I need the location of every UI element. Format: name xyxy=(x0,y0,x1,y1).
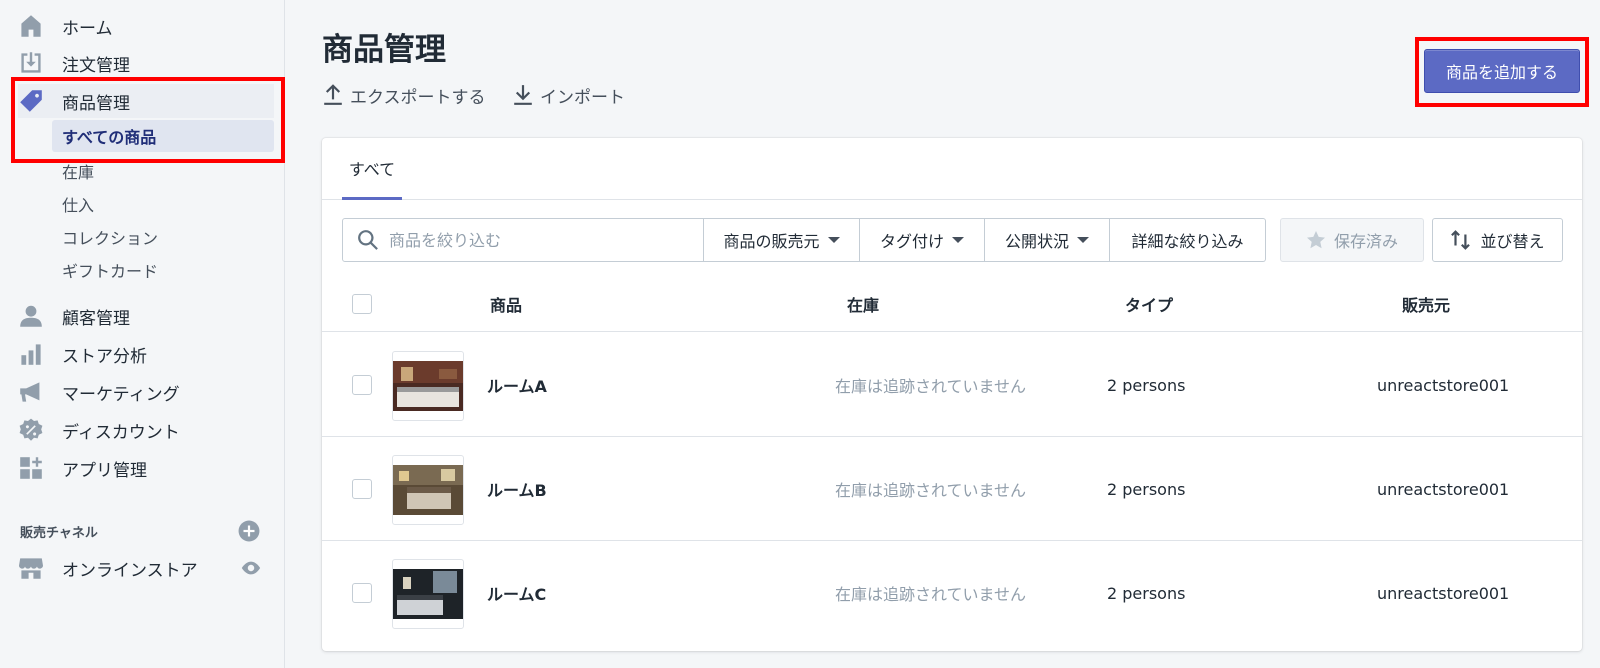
star-icon xyxy=(1306,231,1325,249)
sidebar-item-home[interactable]: ホーム xyxy=(18,9,274,43)
product-thumbnail[interactable] xyxy=(392,351,464,421)
products-card: すべて 商品の販売元 タグ付け 公開状況 詳細な絞り込み 保存済み 並び替え 商… xyxy=(322,138,1582,651)
apps-icon xyxy=(18,455,44,481)
sidebar-item-orders[interactable]: 注文管理 xyxy=(18,46,274,80)
search-field[interactable] xyxy=(342,218,704,262)
row-checkbox[interactable] xyxy=(352,479,372,499)
product-thumbnail[interactable] xyxy=(392,455,464,525)
sidebar-item-label: ディスカウント xyxy=(62,422,180,443)
sales-channels-heading: 販売チャネル xyxy=(20,520,260,542)
sidebar-item-label: ホーム xyxy=(62,18,113,39)
status-filter-button[interactable]: 公開状況 xyxy=(985,218,1110,262)
sidebar-item-label: 注文管理 xyxy=(62,55,130,76)
product-name[interactable]: ルームC xyxy=(487,541,546,645)
sidebar-item-customers[interactable]: 顧客管理 xyxy=(18,299,274,333)
tab-all[interactable]: すべて xyxy=(342,138,402,200)
column-header-inventory[interactable]: 在庫 xyxy=(847,276,879,332)
download-icon xyxy=(514,85,532,105)
sidebar-item-discounts[interactable]: ディスカウント xyxy=(18,413,274,447)
table-row[interactable]: ルームB 在庫は追跡されていません 2 persons unreactstore… xyxy=(322,437,1582,541)
upload-icon xyxy=(324,84,342,105)
search-input[interactable] xyxy=(389,230,689,250)
filter-bar: 商品の販売元 タグ付け 公開状況 詳細な絞り込み xyxy=(342,218,1266,262)
online-store-link[interactable]: オンラインストア xyxy=(18,555,198,581)
sidebar-item-label: マーケティング xyxy=(62,384,180,405)
sidebar-item-label: オンラインストア xyxy=(62,560,198,581)
sort-button[interactable]: 並び替え xyxy=(1432,218,1563,262)
sidebar-subitem-collections[interactable]: コレクション xyxy=(52,221,274,253)
tag-icon xyxy=(18,88,44,114)
sidebar-item-label: ストア分析 xyxy=(62,346,147,367)
add-product-button[interactable]: 商品を追加する xyxy=(1424,49,1580,93)
product-name[interactable]: ルームA xyxy=(487,333,547,437)
sidebar-subitem-transfers[interactable]: 仕入 xyxy=(52,188,274,220)
import-button[interactable]: インポート xyxy=(512,82,625,108)
row-checkbox[interactable] xyxy=(352,583,372,603)
product-vendor: unreactstore001 xyxy=(1377,375,1510,395)
column-header-vendor[interactable]: 販売元 xyxy=(1402,276,1450,332)
store-icon xyxy=(18,555,44,581)
saved-search-button: 保存済み xyxy=(1280,218,1424,262)
customer-icon xyxy=(18,303,44,329)
caret-down-icon xyxy=(827,237,840,243)
export-button[interactable]: エクスポートする xyxy=(322,82,486,108)
caret-down-icon xyxy=(952,237,964,243)
analytics-icon xyxy=(18,341,44,367)
caret-down-icon xyxy=(1077,237,1089,243)
sidebar-item-label: 顧客管理 xyxy=(62,308,130,329)
sidebar-subitem-all-products[interactable]: すべての商品 xyxy=(52,120,274,152)
column-header-product[interactable]: 商品 xyxy=(490,276,522,332)
sidebar-item-label: 商品管理 xyxy=(62,93,130,114)
sidebar-item-analytics[interactable]: ストア分析 xyxy=(18,337,274,371)
megaphone-icon xyxy=(18,379,44,405)
product-thumbnail[interactable] xyxy=(392,559,464,629)
inventory-status: 在庫は追跡されていません xyxy=(835,377,1027,396)
home-icon xyxy=(18,13,44,39)
table-row[interactable]: ルームC 在庫は追跡されていません 2 persons unreactstore… xyxy=(322,541,1582,645)
sidebar-subitem-inventory[interactable]: 在庫 xyxy=(52,155,274,187)
product-vendor: unreactstore001 xyxy=(1377,479,1510,499)
vendor-filter-button[interactable]: 商品の販売元 xyxy=(704,218,860,262)
row-checkbox[interactable] xyxy=(352,375,372,395)
sidebar-subitem-gift-cards[interactable]: ギフトカード xyxy=(52,254,274,286)
eye-icon[interactable] xyxy=(240,557,262,579)
tab-bar: すべて xyxy=(322,138,1582,200)
sidebar: ホーム 注文管理 商品管理 すべての商品 在庫 仕入 コレクション ギフトカード… xyxy=(0,0,285,668)
sidebar-item-products[interactable]: 商品管理 xyxy=(18,84,274,118)
room-photo-image xyxy=(393,465,463,515)
room-photo-image xyxy=(393,569,463,619)
search-icon xyxy=(358,230,378,250)
select-all-checkbox[interactable] xyxy=(352,294,372,314)
product-type: 2 persons xyxy=(1107,479,1186,499)
room-photo-image xyxy=(393,361,463,411)
sidebar-item-label: アプリ管理 xyxy=(62,460,147,481)
add-channel-icon[interactable] xyxy=(238,520,260,542)
inventory-status: 在庫は追跡されていません xyxy=(835,481,1027,500)
more-filters-button[interactable]: 詳細な絞り込み xyxy=(1110,218,1266,262)
sidebar-item-online-store[interactable]: オンラインストア xyxy=(18,551,262,585)
product-vendor: unreactstore001 xyxy=(1377,583,1510,603)
column-header-type[interactable]: タイプ xyxy=(1125,276,1173,332)
sidebar-item-apps[interactable]: アプリ管理 xyxy=(18,451,274,485)
discount-icon xyxy=(18,417,44,443)
table-header: 商品 在庫 タイプ 販売元 xyxy=(322,276,1582,332)
inventory-status: 在庫は追跡されていません xyxy=(835,585,1027,604)
product-name[interactable]: ルームB xyxy=(487,437,547,541)
orders-icon xyxy=(18,50,44,76)
product-type: 2 persons xyxy=(1107,583,1186,603)
tagged-filter-button[interactable]: タグ付け xyxy=(860,218,985,262)
page-title: 商品管理 xyxy=(322,32,446,68)
product-type: 2 persons xyxy=(1107,375,1186,395)
sidebar-item-marketing[interactable]: マーケティング xyxy=(18,375,274,409)
sort-icon xyxy=(1451,230,1471,250)
table-row[interactable]: ルームA 在庫は追跡されていません 2 persons unreactstore… xyxy=(322,333,1582,437)
